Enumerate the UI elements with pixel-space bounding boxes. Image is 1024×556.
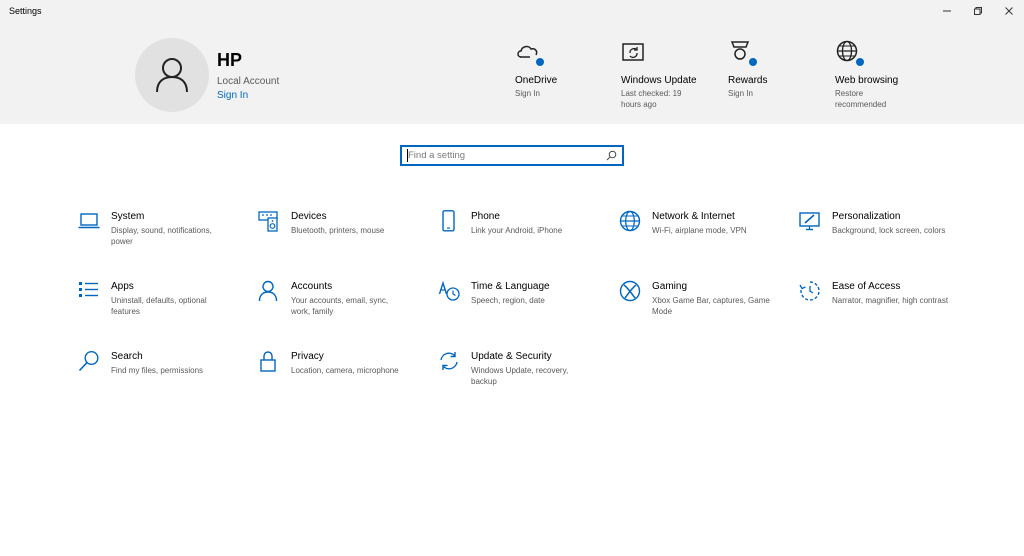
xbox-icon [619, 280, 641, 302]
medal-icon [728, 39, 758, 67]
minimize-button[interactable] [932, 0, 962, 22]
sign-in-link[interactable]: Sign In [217, 90, 248, 101]
category-title: Update & Security [471, 351, 552, 362]
category-description: Link your Android, iPhone [471, 226, 563, 235]
category-title: System [111, 211, 145, 222]
category-search[interactable]: Search Find my files, permissions [78, 350, 248, 400]
category-time-language[interactable]: Time & Language Speech, region, date [438, 280, 608, 330]
personalization-icon [799, 212, 820, 231]
quick-link-label: OneDrive [515, 75, 558, 86]
category-title: Privacy [291, 351, 324, 362]
category-description: Narrator, magnifier, high contrast [832, 296, 949, 305]
lock-icon [260, 351, 276, 372]
avatar[interactable] [135, 38, 209, 112]
category-title: Search [111, 351, 143, 362]
quick-link-status: Last checked: 19 hours ago [621, 89, 682, 109]
category-description: Your accounts, email, sync, work, family [291, 296, 389, 316]
category-gaming[interactable]: Gaming Xbox Game Bar, captures, Game Mod… [619, 280, 789, 330]
title-bar: Settings [0, 0, 1024, 24]
account-type: Local Account [217, 76, 280, 87]
sync-icon [440, 352, 458, 370]
category-network[interactable]: Network & Internet Wi-Fi, airplane mode,… [619, 210, 789, 260]
update-icon [621, 39, 647, 65]
laptop-icon [78, 213, 100, 229]
category-system[interactable]: System Display, sound, notifications, po… [78, 210, 248, 260]
category-accounts[interactable]: Accounts Your accounts, email, sync, wor… [258, 280, 428, 330]
search-box[interactable] [400, 145, 624, 166]
category-title: Gaming [652, 281, 688, 292]
phone-icon [442, 210, 455, 232]
category-title: Ease of Access [832, 281, 901, 292]
quick-link-label: Web browsing [835, 75, 899, 86]
category-title: Phone [471, 211, 500, 222]
globe-icon [835, 39, 865, 67]
status-dot [535, 57, 545, 67]
search-icon [78, 350, 99, 372]
status-dot [855, 57, 865, 67]
quick-link-status: Restore recommended [835, 89, 887, 109]
category-description: Xbox Game Bar, captures, Game Mode [652, 296, 770, 316]
devices-icon [258, 211, 278, 232]
category-title: Personalization [832, 211, 901, 222]
quick-link-status: Sign In [728, 89, 753, 98]
category-description: Wi-Fi, airplane mode, VPN [652, 226, 747, 235]
category-phone[interactable]: Phone Link your Android, iPhone [438, 210, 608, 260]
cloud-icon [515, 39, 545, 67]
quick-link-web-browsing[interactable]: Web browsing Restore recommended [835, 39, 945, 110]
category-privacy[interactable]: Privacy Location, camera, microphone [258, 350, 428, 400]
restore-icon [974, 7, 982, 15]
category-update-security[interactable]: Update & Security Windows Update, recove… [438, 350, 608, 400]
globe-icon [619, 210, 641, 232]
apps-list-icon [79, 282, 98, 297]
category-title: Accounts [291, 281, 333, 292]
category-ease-of-access[interactable]: Ease of Access Narrator, magnifier, high… [799, 280, 969, 330]
close-icon [1005, 7, 1013, 15]
category-apps[interactable]: Apps Uninstall, defaults, optional featu… [78, 280, 248, 330]
category-title: Apps [111, 281, 134, 292]
minimize-icon [943, 10, 951, 12]
account-header: HP Local Account Sign In OneDrive Sign I… [0, 24, 1024, 124]
ease-of-access-icon [799, 281, 820, 301]
quick-link-label: Rewards [728, 75, 768, 86]
user-icon [156, 58, 188, 93]
quick-link-status: Sign In [515, 89, 540, 98]
category-title: Time & Language [471, 281, 550, 292]
category-description: Speech, region, date [471, 296, 545, 305]
window-title: Settings [9, 6, 42, 16]
search-icon[interactable] [606, 150, 617, 161]
quick-link-onedrive[interactable]: OneDrive Sign In [515, 39, 625, 100]
time-language-icon [438, 280, 460, 301]
category-devices[interactable]: Devices Bluetooth, printers, mouse [258, 210, 428, 260]
user-name: HP [217, 50, 243, 70]
close-button[interactable] [994, 0, 1024, 22]
category-description: Display, sound, notifications, power [111, 226, 212, 246]
status-dot [748, 57, 758, 67]
quick-link-rewards[interactable]: Rewards Sign In [728, 39, 838, 100]
category-personalization[interactable]: Personalization Background, lock screen,… [799, 210, 969, 260]
category-description: Bluetooth, printers, mouse [291, 226, 385, 235]
category-description: Windows Update, recovery, backup [471, 366, 569, 386]
category-description: Background, lock screen, colors [832, 226, 946, 235]
quick-link-windows-update[interactable]: Windows Update Last checked: 19 hours ag… [621, 39, 731, 110]
category-description: Find my files, permissions [111, 366, 204, 375]
restore-button[interactable] [963, 0, 993, 22]
category-title: Network & Internet [652, 211, 735, 222]
quick-link-label: Windows Update [621, 75, 697, 86]
category-title: Devices [291, 211, 327, 222]
category-description: Uninstall, defaults, optional features [111, 296, 207, 316]
person-icon [258, 280, 278, 302]
search-input[interactable] [408, 148, 598, 163]
category-description: Location, camera, microphone [291, 366, 399, 375]
